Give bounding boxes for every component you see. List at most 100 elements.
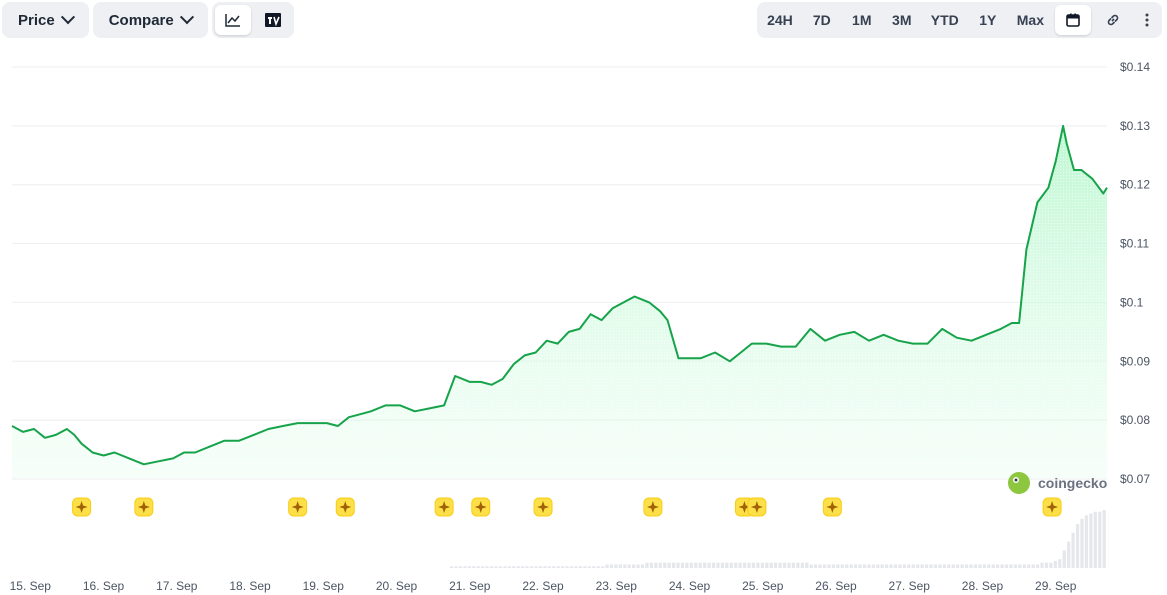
volume-bar — [716, 562, 720, 568]
volume-bar — [485, 566, 489, 568]
volume-bar — [498, 566, 503, 568]
tradingview-button[interactable] — [255, 5, 291, 35]
volume-bar — [614, 564, 618, 568]
volume-bar — [538, 566, 543, 568]
volume-bar — [600, 566, 605, 568]
volume-bar — [1027, 564, 1031, 568]
share-link-button[interactable] — [1095, 5, 1131, 35]
range-max-button[interactable]: Max — [1010, 5, 1051, 35]
volume-bar — [849, 564, 853, 568]
x-tick-label: 17. Sep — [156, 579, 198, 593]
volume-bar — [938, 564, 942, 568]
volume-bar — [1093, 511, 1097, 568]
volume-bar — [893, 564, 898, 568]
volume-bar — [871, 564, 875, 568]
volume-bar — [964, 564, 969, 568]
event-marker[interactable] — [288, 497, 308, 517]
toolbar-left: Price Compare — [2, 2, 294, 38]
volume-bar — [1049, 562, 1053, 568]
volume-bar — [623, 564, 627, 568]
event-marker[interactable] — [471, 497, 491, 517]
chevron-down-icon — [60, 10, 75, 25]
volume-bar — [680, 562, 685, 568]
volume-bar — [574, 566, 578, 568]
price-chart[interactable]: $0.14$0.13$0.12$0.11$0.1$0.09$0.08$0.07 … — [0, 0, 1167, 595]
watermark-text: coingecko — [1038, 475, 1107, 491]
volume-bar — [987, 564, 991, 568]
event-marker[interactable] — [533, 497, 553, 517]
volume-bar — [543, 566, 547, 568]
event-marker[interactable] — [335, 497, 355, 517]
toolbar-right: 24H 7D 1M 3M YTD 1Y Max — [757, 2, 1162, 38]
volume-bar — [565, 566, 569, 568]
volume-bar — [507, 566, 511, 568]
range-3m-button[interactable]: 3M — [884, 5, 920, 35]
event-marker[interactable] — [1042, 497, 1062, 517]
event-marker[interactable] — [822, 497, 842, 517]
range-ytd-button[interactable]: YTD — [924, 5, 966, 35]
volume-bar — [667, 562, 671, 568]
range-1m-button[interactable]: 1M — [844, 5, 880, 35]
volume-bar — [1071, 532, 1075, 568]
x-tick-label: 23. Sep — [596, 579, 638, 593]
volume-bar — [951, 564, 955, 568]
volume-bar — [640, 564, 645, 568]
volume-bar — [1053, 560, 1057, 568]
volume-bar — [933, 564, 938, 568]
calendar-button[interactable] — [1055, 5, 1091, 35]
volume-bar — [649, 562, 654, 568]
volume-bar — [578, 566, 582, 568]
event-marker[interactable] — [434, 497, 454, 517]
volume-bar — [769, 562, 773, 568]
x-tick-label: 27. Sep — [889, 579, 931, 593]
volume-bar — [956, 564, 960, 568]
range-7d-button[interactable]: 7D — [804, 5, 840, 35]
link-icon — [1107, 14, 1119, 26]
volume-bar — [481, 566, 485, 568]
line-chart-button[interactable] — [214, 5, 251, 35]
event-marker[interactable] — [72, 497, 92, 517]
volume-bar — [911, 564, 915, 568]
volume-bar — [472, 566, 476, 568]
volume-bar — [1075, 524, 1080, 568]
volume-bar — [809, 564, 813, 568]
volume-bar — [765, 562, 769, 568]
x-tick-label: 22. Sep — [522, 579, 564, 593]
coingecko-watermark: coingecko — [1008, 472, 1107, 494]
event-marker[interactable] — [747, 497, 767, 517]
volume-bar — [720, 562, 725, 568]
volume-bar — [454, 566, 458, 568]
y-tick-label: $0.07 — [1120, 472, 1150, 486]
event-marker[interactable] — [134, 497, 154, 517]
event-marker[interactable] — [643, 497, 663, 517]
compare-dropdown[interactable]: Compare — [92, 2, 208, 38]
volume-bar — [947, 564, 951, 568]
volume-bar — [782, 562, 787, 568]
volume-bar — [632, 564, 636, 568]
volume-bar — [929, 564, 933, 568]
price-label: Price — [18, 11, 55, 29]
volume-bar — [800, 562, 804, 568]
volume-bar — [734, 562, 738, 568]
volume-bar — [636, 564, 640, 568]
volume-bar — [858, 564, 862, 568]
volume-bar — [787, 562, 791, 568]
volume-bar — [534, 566, 538, 568]
volume-bar — [494, 566, 498, 568]
more-options-button[interactable] — [1135, 5, 1159, 35]
y-tick-label: $0.08 — [1120, 413, 1150, 427]
volume-bar — [609, 564, 614, 568]
volume-bar — [902, 564, 907, 568]
volume-bar — [583, 566, 587, 568]
x-tick-label: 15. Sep — [10, 579, 52, 593]
volume-bar — [689, 562, 693, 568]
price-dropdown[interactable]: Price — [2, 2, 89, 38]
volume-bar — [516, 566, 520, 568]
volume-bar — [560, 566, 565, 568]
event-markers[interactable] — [72, 497, 1062, 517]
volume-bar — [1080, 518, 1084, 568]
volume-bar — [658, 562, 662, 568]
range-1y-button[interactable]: 1Y — [970, 5, 1006, 35]
range-24h-button[interactable]: 24H — [760, 5, 800, 35]
volume-bar — [703, 562, 707, 568]
